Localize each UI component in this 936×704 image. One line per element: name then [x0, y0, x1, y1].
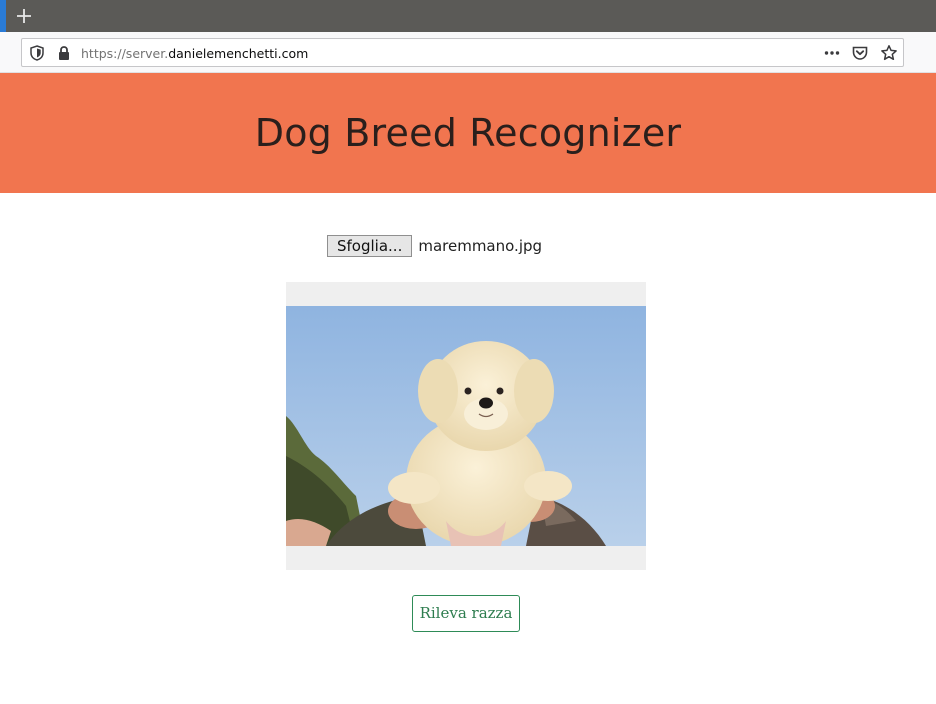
header-banner: Dog Breed Recognizer: [0, 73, 936, 193]
url-scheme: https://server.: [81, 46, 169, 61]
star-icon[interactable]: [880, 44, 898, 62]
page-title: Dog Breed Recognizer: [254, 111, 682, 155]
image-preview: [286, 282, 646, 570]
puppy-photo: [286, 306, 646, 546]
tab-strip: [0, 0, 936, 32]
navigation-bar: https://server.danielemenchetti.com: [0, 32, 936, 73]
shield-icon[interactable]: [28, 44, 46, 62]
url-text: https://server.danielemenchetti.com: [81, 46, 308, 61]
detect-breed-button[interactable]: Rileva razza: [412, 595, 520, 632]
plus-icon[interactable]: [12, 4, 36, 28]
lock-icon[interactable]: [55, 44, 73, 62]
file-input: Sfoglia... maremmano.jpg: [327, 235, 542, 257]
tab-edge: [0, 0, 6, 32]
selected-file-name: maremmano.jpg: [418, 237, 543, 255]
browse-button[interactable]: Sfoglia...: [327, 235, 413, 257]
more-icon[interactable]: [823, 44, 841, 62]
address-bar[interactable]: https://server.danielemenchetti.com: [21, 38, 904, 67]
url-domain: danielemenchetti.com: [168, 46, 309, 61]
pocket-icon[interactable]: [851, 44, 869, 62]
